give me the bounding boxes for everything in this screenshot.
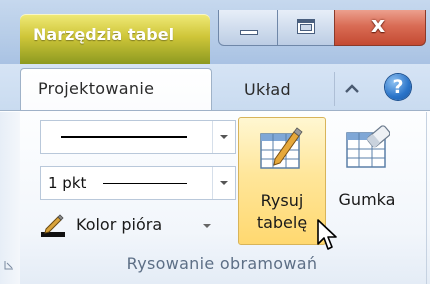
mouse-pointer-icon [317,219,337,250]
line-width-dropdown-arrow[interactable] [212,167,235,199]
tab-uklad[interactable]: Układ [244,80,291,99]
draw-table-button[interactable]: Rysuj tabelę [238,117,326,245]
pen-color-label: Kolor pióra [76,215,163,234]
minimize-button[interactable] [218,10,278,46]
close-icon: x [371,13,386,38]
line-style-dropdown[interactable] [40,120,236,154]
pen-color-dropdown-arrow[interactable] [203,224,211,228]
draw-table-label-line1: Rysuj [260,191,304,210]
draw-table-icon [260,127,303,169]
group-divider [426,112,427,284]
dialog-launcher-icon[interactable] [4,260,14,270]
line-width-sample [103,183,187,184]
group-label: Rysowanie obramowań [126,254,318,273]
eraser-icon [346,125,390,168]
eraser-label: Gumka [338,190,396,209]
tab-projektowanie[interactable]: Projektowanie [20,68,212,112]
minimize-icon [240,30,258,35]
maximize-icon [297,19,315,34]
line-style-dropdown-arrow[interactable] [212,121,235,153]
line-width-dropdown[interactable]: 1 pkt [40,166,236,200]
pen-color-button[interactable]: Kolor pióra [40,210,230,240]
ribbon-left-edge [0,112,20,284]
tab-divider [334,72,335,106]
chevron-up-icon[interactable] [341,78,363,100]
solid-line-icon [61,136,187,138]
pen-icon [41,214,65,237]
tab-projektowanie-label: Projektowanie [38,79,155,98]
line-width-value: 1 pkt [48,174,87,192]
contextual-tab-label: Narzędzia tabel [33,25,175,44]
maximize-button[interactable] [277,10,335,46]
draw-table-label-line2: tabelę [256,213,308,232]
close-button[interactable]: x [334,10,426,46]
help-icon[interactable]: ? [385,74,411,100]
